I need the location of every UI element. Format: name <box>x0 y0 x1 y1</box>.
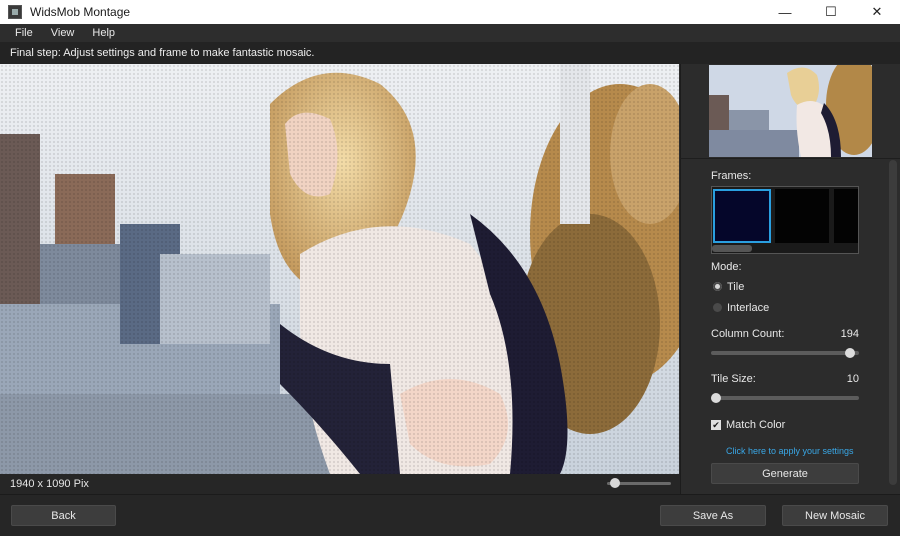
frames-scroll-thumb[interactable] <box>712 245 752 252</box>
status-bar: 1940 x 1090 Pix <box>0 474 680 494</box>
maximize-icon[interactable]: ☐ <box>808 0 854 24</box>
tile-size-label: Tile Size: <box>711 373 756 385</box>
mode-tile-label[interactable]: Tile <box>727 281 744 293</box>
menu-help[interactable]: Help <box>83 27 124 39</box>
mosaic-image <box>0 64 679 474</box>
zoom-slider-thumb[interactable] <box>609 478 620 488</box>
mode-tile-radio[interactable] <box>713 282 722 291</box>
back-button[interactable]: Back <box>11 505 116 526</box>
frame-option-1[interactable] <box>713 189 771 243</box>
save-as-button[interactable]: Save As <box>660 505 766 526</box>
column-count-slider-thumb[interactable] <box>844 348 855 358</box>
app-logo-icon <box>8 5 22 19</box>
menu-bar: File View Help <box>0 24 900 42</box>
minimize-icon[interactable]: — <box>762 0 808 24</box>
title-bar: WidsMob Montage — ☐ ✕ <box>0 0 900 24</box>
mode-interlace-radio[interactable] <box>713 303 722 312</box>
tile-size-value: 10 <box>846 373 859 385</box>
new-mosaic-button[interactable]: New Mosaic <box>782 505 888 526</box>
mode-interlace-label[interactable]: Interlace <box>727 302 769 314</box>
menu-file[interactable]: File <box>6 27 42 39</box>
column-count-value: 194 <box>840 328 859 340</box>
column-count-label: Column Count: <box>711 328 785 340</box>
tile-size-slider-thumb[interactable] <box>711 393 721 403</box>
generate-button[interactable]: Generate <box>711 463 859 484</box>
frames-strip <box>711 186 859 254</box>
match-color-label[interactable]: Match Color <box>726 419 785 431</box>
preview-image <box>709 65 872 157</box>
match-color-checkbox[interactable]: ✔ <box>711 420 721 430</box>
menu-view[interactable]: View <box>42 27 84 39</box>
mosaic-canvas[interactable] <box>0 64 679 474</box>
image-dimensions: 1940 x 1090 Pix <box>10 478 89 490</box>
sidebar-scrollbar[interactable] <box>889 160 897 485</box>
column-count-slider-track[interactable] <box>711 351 859 355</box>
close-icon[interactable]: ✕ <box>854 0 900 24</box>
instruction-text: Final step: Adjust settings and frame to… <box>0 42 900 64</box>
tile-size-slider-track[interactable] <box>711 396 859 400</box>
source-preview-thumbnail <box>709 65 872 157</box>
apply-settings-link[interactable]: Click here to apply your settings <box>726 446 854 456</box>
frame-option-3[interactable] <box>834 189 858 243</box>
frame-option-2[interactable] <box>775 189 829 243</box>
sidebar-divider <box>680 158 900 159</box>
mode-label: Mode: <box>711 261 742 273</box>
window-title: WidsMob Montage <box>30 5 131 19</box>
frames-label: Frames: <box>711 170 752 182</box>
window-controls: — ☐ ✕ <box>762 0 900 24</box>
